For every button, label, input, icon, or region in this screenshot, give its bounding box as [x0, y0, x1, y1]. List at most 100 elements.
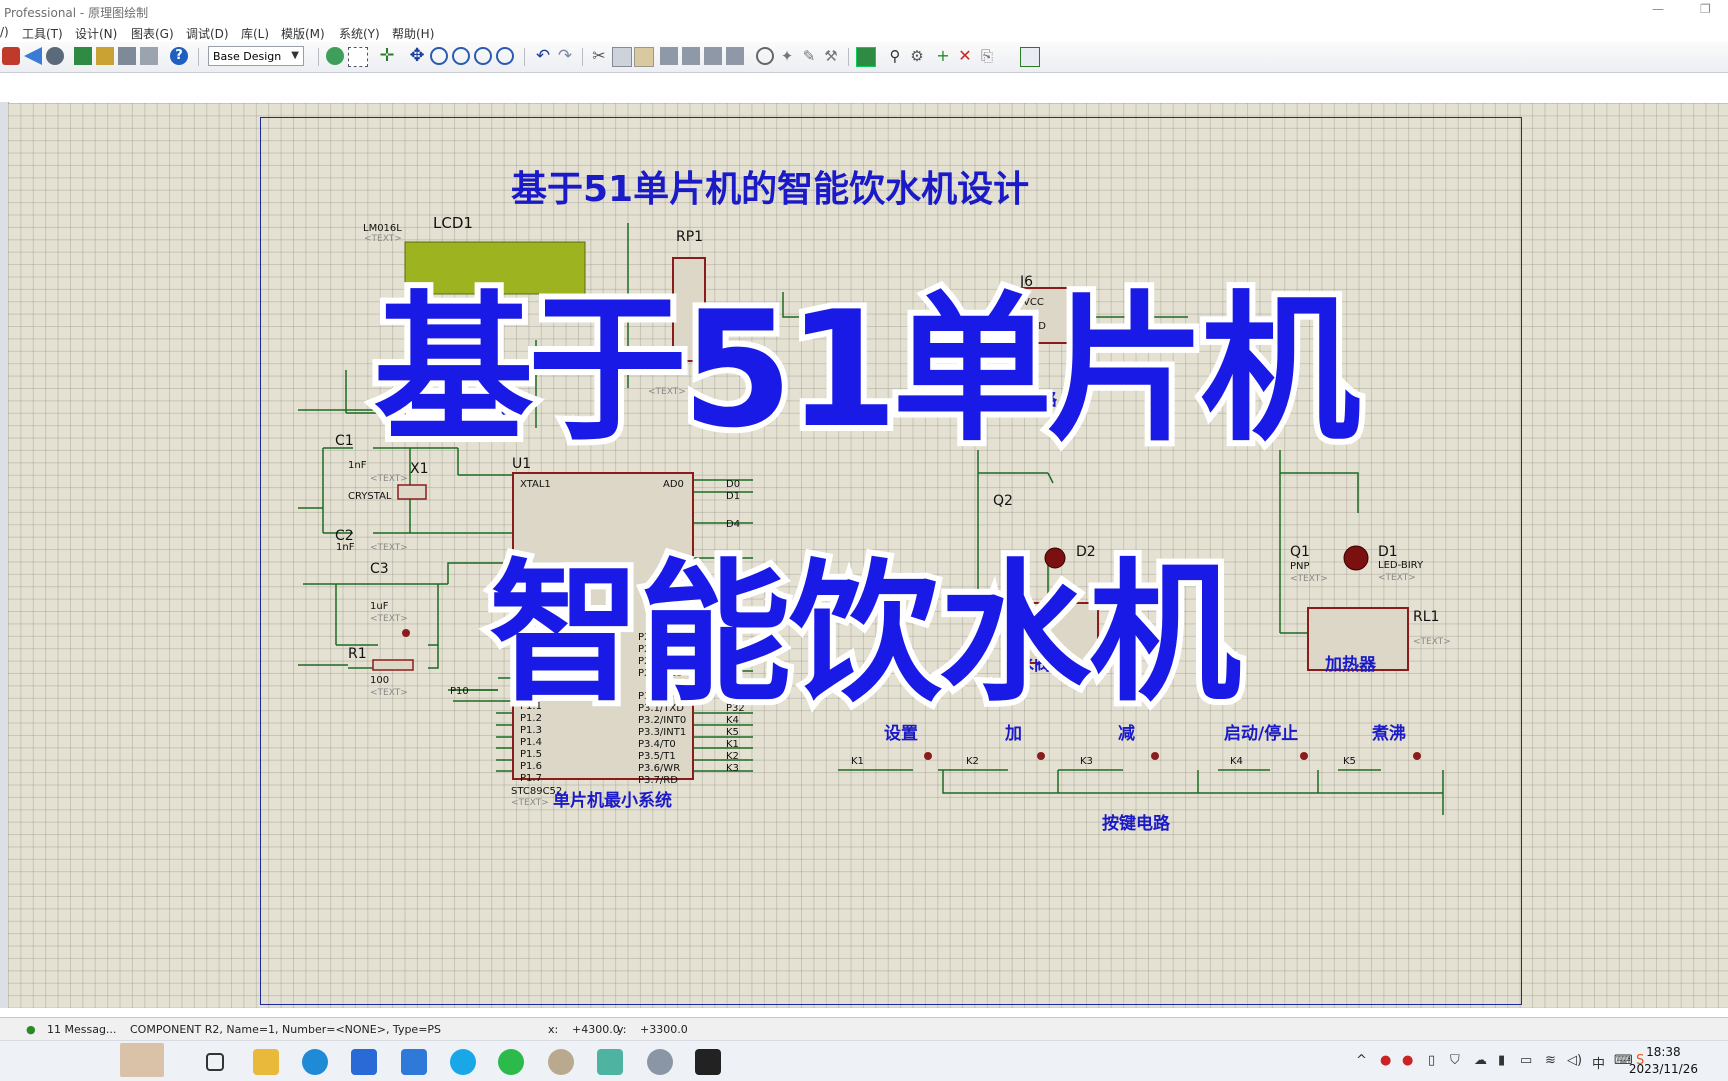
- zoom-out-icon[interactable]: [452, 47, 470, 65]
- u1-pin-p34: P3.4/T0: [638, 739, 676, 750]
- usb-icon[interactable]: ▯: [1428, 1053, 1435, 1068]
- clock[interactable]: 18:38 2023/11/26: [1629, 1044, 1698, 1078]
- block-copy-icon[interactable]: [660, 47, 678, 65]
- schematic-title: 基于51单片机的智能饮水机设计: [511, 169, 1029, 210]
- key-button: [1300, 752, 1308, 760]
- block-delete-icon[interactable]: [726, 47, 744, 65]
- wire: [942, 770, 1444, 815]
- block-rotate-icon[interactable]: [704, 47, 722, 65]
- toolbar-separator: [318, 48, 319, 66]
- design-explorer-icon[interactable]: [118, 47, 136, 65]
- menu-item-library[interactable]: 库(L): [241, 25, 269, 42]
- mail-icon[interactable]: [401, 1049, 427, 1075]
- coord-x-label: x:: [548, 1023, 559, 1036]
- menu-item-graph[interactable]: 图表(G): [131, 25, 174, 42]
- menu-item-debug[interactable]: 调试(D): [186, 25, 229, 42]
- toolbar-separator: [582, 48, 583, 66]
- cut-icon[interactable]: ✂: [590, 47, 608, 65]
- clock-time: 18:38: [1646, 1045, 1681, 1059]
- component-status: COMPONENT R2, Name=1, Number=<NONE>, Typ…: [130, 1023, 442, 1036]
- grid-icon[interactable]: [348, 47, 368, 67]
- search-icon[interactable]: ⚲: [886, 47, 904, 65]
- task-view-icon[interactable]: [206, 1053, 224, 1071]
- ime-icon[interactable]: 中: [1592, 1053, 1605, 1072]
- pick-device-icon[interactable]: [756, 47, 774, 65]
- maximize-button[interactable]: ❐: [1700, 2, 1711, 16]
- q2-ref: Q2: [993, 493, 1013, 509]
- toolbar-separator: [524, 48, 525, 66]
- zoom-all-icon[interactable]: [474, 47, 492, 65]
- packaging-icon[interactable]: ✎: [800, 47, 818, 65]
- netlist-pcb-icon[interactable]: [1020, 47, 1040, 67]
- lcd-type-label: LM016L: [363, 223, 402, 234]
- menu-item-system[interactable]: 系统(Y): [339, 25, 380, 42]
- gear-icon[interactable]: [46, 47, 64, 65]
- key-ref: K2: [966, 756, 979, 767]
- screen-capture-icon[interactable]: [695, 1049, 721, 1075]
- remove-sheet-icon[interactable]: ✕: [956, 47, 974, 65]
- menu-item-design[interactable]: 设计(N): [75, 25, 117, 42]
- cloud-icon[interactable]: ☁: [1474, 1053, 1487, 1068]
- zoom-in-icon[interactable]: [430, 47, 448, 65]
- toolbar: ? Base Design ▼ ✛ ✥ ↶ ↷ ✂ ✦ ✎ ⚒ ⚲ ⚙ + ✕ …: [0, 42, 1728, 73]
- wifi-icon[interactable]: ≋: [1545, 1053, 1556, 1068]
- u1-pin-ad0: AD0: [663, 479, 684, 490]
- qq-icon[interactable]: ●: [1402, 1053, 1413, 1068]
- menu-item-template[interactable]: 模版(M): [281, 25, 325, 42]
- net-label: D0: [726, 479, 740, 490]
- pan-icon[interactable]: ✥: [408, 47, 426, 65]
- net-label: K2: [726, 751, 739, 762]
- menu-bar: /) 工具(T) 设计(N) 图表(G) 调试(D) 库(L) 模版(M) 系统…: [0, 22, 1728, 42]
- u1-pin-p36: P3.6/WR: [638, 763, 680, 774]
- tool-icon[interactable]: [647, 1049, 673, 1075]
- proteus-icon[interactable]: [597, 1049, 623, 1075]
- shield-icon[interactable]: ⛉: [1450, 1053, 1460, 1068]
- help-icon[interactable]: ?: [170, 47, 188, 65]
- copy-icon[interactable]: [612, 47, 632, 67]
- menu-item-view[interactable]: /): [0, 25, 9, 39]
- paste-icon[interactable]: [634, 47, 654, 67]
- avatar: [120, 1043, 164, 1077]
- messages-count[interactable]: 11 Messag...: [47, 1023, 116, 1036]
- menu-item-tools[interactable]: 工具(T): [22, 25, 63, 42]
- u1-pin-p16: P1.6: [520, 761, 542, 772]
- block-move-icon[interactable]: [682, 47, 700, 65]
- component-mode-icon[interactable]: [2, 47, 20, 65]
- bom-icon[interactable]: [74, 47, 92, 65]
- wire-autoroute-icon[interactable]: [856, 47, 876, 67]
- property-tool-icon[interactable]: ⚙: [908, 47, 926, 65]
- microphone-icon[interactable]: ▮: [1498, 1053, 1505, 1068]
- key-button: [1151, 752, 1159, 760]
- redo-icon[interactable]: ↷: [556, 47, 574, 65]
- minimize-button[interactable]: —: [1652, 2, 1664, 16]
- key-button: [924, 752, 932, 760]
- decompose-icon[interactable]: ⚒: [822, 47, 840, 65]
- volume-icon[interactable]: ◁): [1567, 1053, 1582, 1068]
- file-explorer-icon[interactable]: [253, 1049, 279, 1075]
- refresh-icon[interactable]: [326, 47, 344, 65]
- origin-icon[interactable]: ✛: [378, 47, 396, 65]
- layer-select[interactable]: Base Design ▼: [208, 46, 304, 66]
- new-sheet-icon[interactable]: +: [934, 47, 952, 65]
- app-icon[interactable]: [548, 1049, 574, 1075]
- zoom-area-icon[interactable]: [496, 47, 514, 65]
- undo-icon[interactable]: ↶: [534, 47, 552, 65]
- chevron-up-icon[interactable]: ^: [1356, 1053, 1367, 1068]
- menu-item-help[interactable]: 帮助(H): [392, 25, 434, 42]
- key-ref: K5: [1343, 756, 1356, 767]
- ie-icon[interactable]: [450, 1049, 476, 1075]
- battery-icon[interactable]: ▭: [1520, 1053, 1532, 1068]
- report-icon[interactable]: [140, 47, 158, 65]
- wechat-icon[interactable]: [498, 1049, 524, 1075]
- make-device-icon[interactable]: ✦: [778, 47, 796, 65]
- info-icon: ●: [26, 1023, 36, 1036]
- net-label: K1: [726, 739, 739, 750]
- netlist-icon[interactable]: [96, 47, 114, 65]
- key-button: [1413, 752, 1421, 760]
- store-icon[interactable]: [351, 1049, 377, 1075]
- qq-icon[interactable]: ●: [1380, 1053, 1391, 1068]
- edge-icon[interactable]: [302, 1049, 328, 1075]
- goto-sheet-icon[interactable]: ⎘: [978, 47, 996, 65]
- back-icon[interactable]: [24, 47, 42, 65]
- net-label: D1: [726, 491, 740, 502]
